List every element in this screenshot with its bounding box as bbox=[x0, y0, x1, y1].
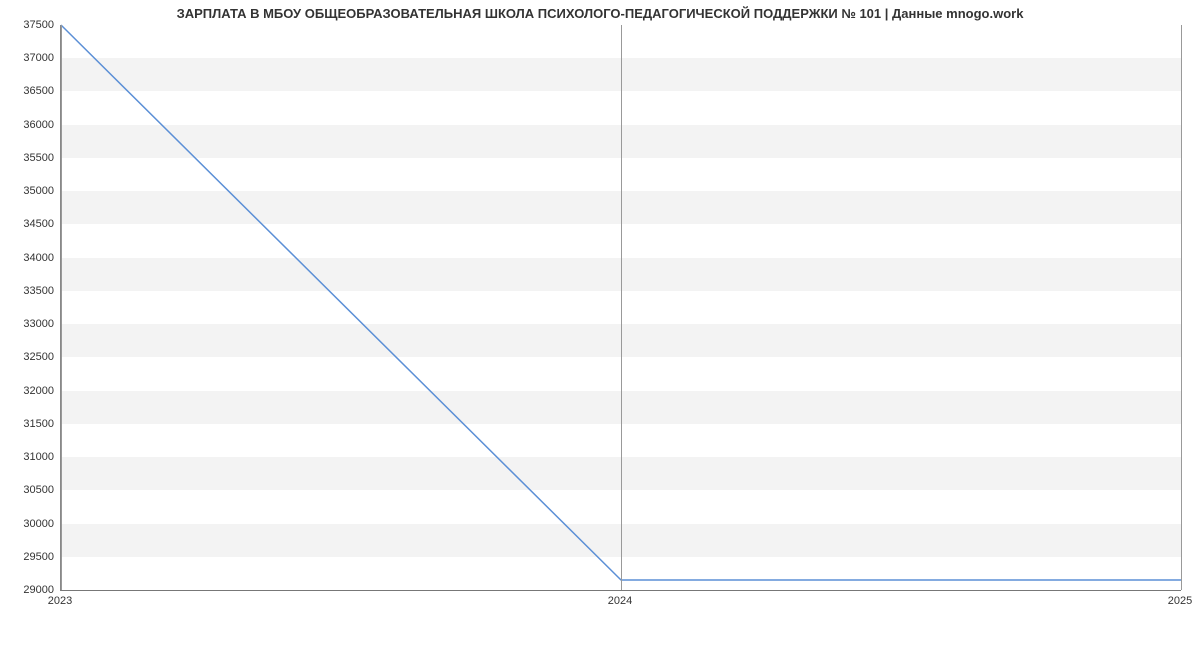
x-tick-label: 2025 bbox=[1168, 595, 1192, 607]
x-gridline bbox=[1181, 25, 1182, 590]
y-tick-label: 35500 bbox=[23, 152, 54, 164]
y-tick-label: 37000 bbox=[23, 52, 54, 64]
y-tick-label: 32000 bbox=[23, 385, 54, 397]
x-tick-label: 2023 bbox=[48, 595, 72, 607]
y-tick-label: 34500 bbox=[23, 218, 54, 230]
chart-container: ЗАРПЛАТА В МБОУ ОБЩЕОБРАЗОВАТЕЛЬНАЯ ШКОЛ… bbox=[0, 0, 1200, 650]
y-tick-label: 36000 bbox=[23, 119, 54, 131]
y-tick-label: 33000 bbox=[23, 318, 54, 330]
y-tick-label: 30500 bbox=[23, 484, 54, 496]
y-tick-label: 31000 bbox=[23, 451, 54, 463]
chart-title: ЗАРПЛАТА В МБОУ ОБЩЕОБРАЗОВАТЕЛЬНАЯ ШКОЛ… bbox=[0, 6, 1200, 21]
y-tick-label: 30000 bbox=[23, 518, 54, 530]
y-tick-label: 29500 bbox=[23, 551, 54, 563]
y-tick-label: 32500 bbox=[23, 351, 54, 363]
x-gridline bbox=[61, 25, 62, 590]
y-tick-label: 31500 bbox=[23, 418, 54, 430]
y-tick-label: 37500 bbox=[23, 19, 54, 31]
x-tick-label: 2024 bbox=[608, 595, 632, 607]
x-gridline bbox=[621, 25, 622, 590]
y-tick-label: 33500 bbox=[23, 285, 54, 297]
y-tick-label: 35000 bbox=[23, 185, 54, 197]
y-tick-label: 36500 bbox=[23, 85, 54, 97]
y-tick-label: 34000 bbox=[23, 252, 54, 264]
plot-area bbox=[60, 25, 1181, 591]
